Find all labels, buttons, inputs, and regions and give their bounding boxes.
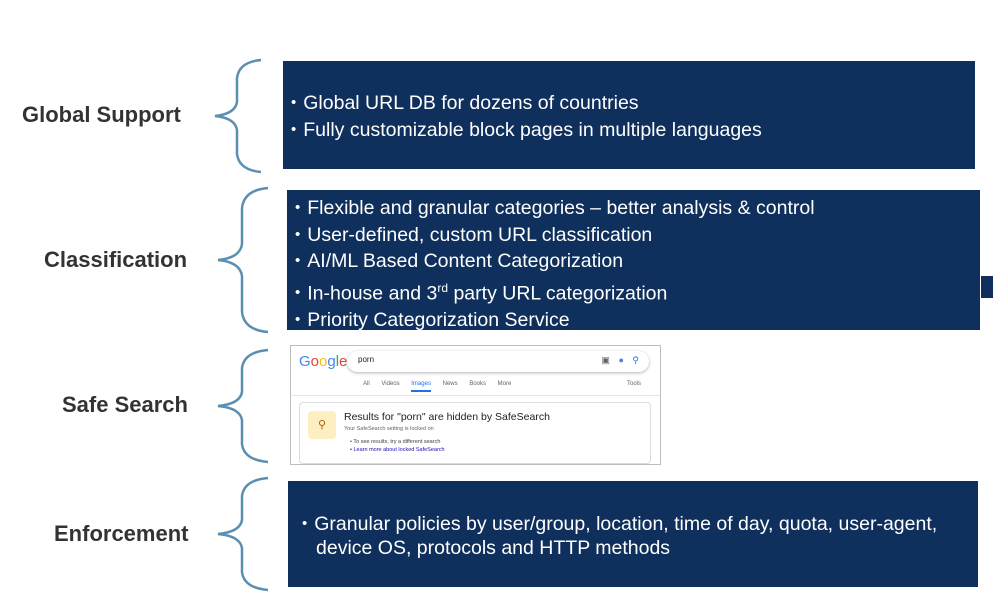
global-support-box: Global URL DB for dozens of countries Fu… [283, 61, 975, 169]
bullet-text: party URL categorization [448, 282, 668, 304]
tab-news[interactable]: News [443, 381, 458, 387]
search-icon[interactable]: ⚲ [632, 355, 639, 365]
list-item: In-house and 3rd party URL categorizatio… [295, 276, 980, 308]
search-query: porn [358, 355, 375, 364]
tab-more[interactable]: More [498, 381, 512, 387]
search-bar-icons: ▣ ● ⚲ [601, 355, 639, 366]
edge-marker [981, 276, 993, 298]
divider [291, 395, 660, 396]
global-support-list: Global URL DB for dozens of countries Fu… [291, 91, 975, 144]
superscript: rd [437, 280, 449, 295]
search-icon: ⚲ [308, 411, 336, 439]
tab-all[interactable]: All [363, 381, 370, 387]
list-item: Priority Categorization Service [295, 308, 980, 335]
list-item: User-defined, custom URL classification [295, 223, 980, 250]
enforcement-box: Granular policies by user/group, locatio… [288, 481, 978, 587]
result-bullet: • To see results, try a different search [350, 439, 441, 445]
enforcement-list: Granular policies by user/group, locatio… [302, 513, 954, 560]
result-title: Results for "porn" are hidden by SafeSea… [344, 411, 550, 423]
brace-enforcement [217, 476, 269, 592]
learn-more-link[interactable]: • Learn more about locked SafeSearch [350, 447, 445, 453]
label-classification: Classification [44, 247, 188, 272]
google-logo: Google [299, 353, 348, 370]
tab-videos[interactable]: Videos [381, 381, 399, 387]
safesearch-card: ⚲ Results for "porn" are hidden by SafeS… [299, 402, 651, 464]
list-item: AI/ML Based Content Categorization [295, 249, 980, 276]
list-item: Granular policies by user/group, locatio… [302, 513, 954, 560]
brace-global-support [214, 58, 262, 174]
list-item: Flexible and granular categories – bette… [295, 196, 980, 223]
search-bar[interactable]: porn ▣ ● ⚲ [347, 351, 649, 372]
result-subtitle: Your SafeSearch setting is locked on [344, 426, 434, 432]
brace-classification [217, 186, 269, 334]
tab-images[interactable]: Images [411, 381, 431, 392]
classification-list: Flexible and granular categories – bette… [295, 196, 980, 334]
search-tabs: All Videos Images News Books More [363, 381, 521, 392]
bullet-text: In-house and 3 [307, 282, 438, 304]
label-enforcement: Enforcement [54, 521, 189, 546]
result-bullet-text: To see results, try a different search [353, 439, 441, 445]
list-item: Fully customizable block pages in multip… [291, 118, 975, 145]
tools-button[interactable]: Tools [627, 381, 641, 387]
label-global-support: Global Support [22, 102, 181, 127]
label-safe-search: Safe Search [62, 392, 188, 417]
camera-icon[interactable]: ▣ [601, 355, 610, 365]
list-item: Global URL DB for dozens of countries [291, 91, 975, 118]
mic-icon[interactable]: ● [618, 355, 623, 365]
learn-more-text[interactable]: Learn more about locked SafeSearch [353, 447, 444, 453]
brace-safe-search [217, 348, 269, 464]
tab-books[interactable]: Books [469, 381, 486, 387]
safe-search-screenshot: Google porn ▣ ● ⚲ All Videos Images News… [290, 345, 661, 465]
classification-box: Flexible and granular categories – bette… [287, 190, 980, 331]
